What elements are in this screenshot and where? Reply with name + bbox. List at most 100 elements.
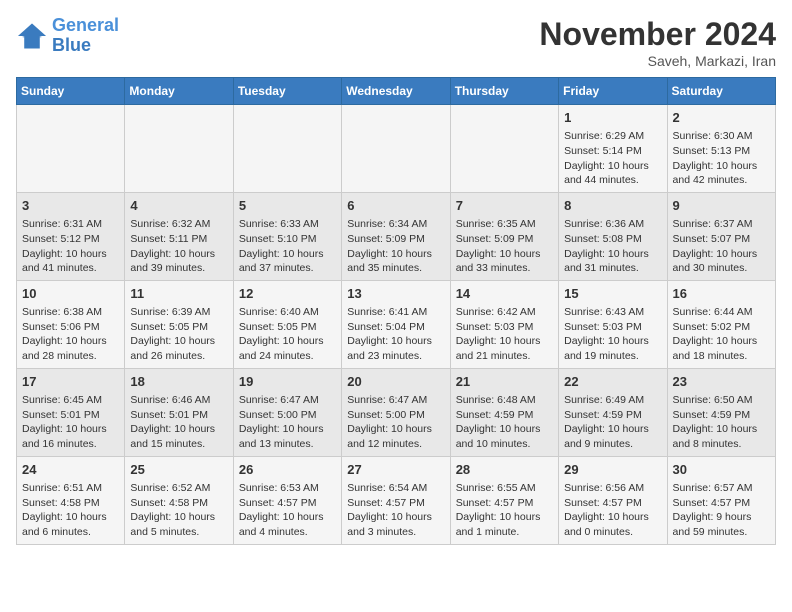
day-number: 1 [564,109,661,127]
day-number: 21 [456,373,553,391]
day-info: Daylight: 10 hours and 5 minutes. [130,510,227,539]
day-info: Sunrise: 6:44 AM [673,305,770,320]
day-number: 29 [564,461,661,479]
day-info: Daylight: 10 hours and 31 minutes. [564,247,661,276]
calendar-week-row: 10 Sunrise: 6:38 AMSunset: 5:06 PM Dayligh… [17,280,776,368]
day-info: Sunset: 5:12 PM [22,232,119,247]
calendar-cell: 23Sunrise: 6:50 AMSunset: 4:59 PMDayligh… [667,368,775,456]
day-info: Daylight: 10 hours and 4 minutes. [239,510,336,539]
day-number: 22 [564,373,661,391]
day-info: Sunrise: 6:48 AM [456,393,553,408]
calendar-cell: 19Sunrise: 6:47 AMSunset: 5:00 PMDayligh… [233,368,341,456]
calendar-cell: 26Sunrise: 6:53 AMSunset: 4:57 PMDayligh… [233,456,341,544]
calendar-cell [233,105,341,193]
day-info: Sunset: 4:58 PM [22,496,119,511]
day-info: Sunrise: 6:36 AM [564,217,661,232]
day-info: Sunset: 4:57 PM [456,496,553,511]
day-info: Daylight: 10 hours and 15 minutes. [130,422,227,451]
calendar-cell [17,105,125,193]
day-info: Sunrise: 6:51 AM [22,481,119,496]
day-info: Sunrise: 6:40 AM [239,305,336,320]
day-info: Sunset: 4:57 PM [347,496,444,511]
weekday-header-friday: Friday [559,78,667,105]
day-info: Sunrise: 6:30 AM [673,129,770,144]
calendar-week-row: 17Sunrise: 6:45 AMSunset: 5:01 PMDayligh… [17,368,776,456]
calendar-cell: 1Sunrise: 6:29 AMSunset: 5:14 PMDaylight… [559,105,667,193]
day-number: 16 [673,285,770,303]
day-info: Daylight: 10 hours and 24 minutes. [239,334,336,363]
calendar-cell [125,105,233,193]
day-info: Sunrise: 6:32 AM [130,217,227,232]
day-info: Sunset: 5:00 PM [239,408,336,423]
day-number: 20 [347,373,444,391]
day-info: Daylight: 10 hours and 8 minutes. [673,422,770,451]
logo-text: General Blue [52,16,119,56]
weekday-header-row: SundayMondayTuesdayWednesdayThursdayFrid… [17,78,776,105]
day-info: Sunset: 5:01 PM [22,408,119,423]
day-info: Daylight: 10 hours and 6 minutes. [22,510,119,539]
day-number: 27 [347,461,444,479]
day-info: Sunrise: 6:41 AM [347,305,444,320]
day-info: Daylight: 10 hours and 19 minutes. [564,334,661,363]
day-info: Sunrise: 6:38 AM [22,305,119,320]
day-number: 19 [239,373,336,391]
day-number: 5 [239,197,336,215]
day-info: Daylight: 9 hours and 59 minutes. [673,510,770,539]
day-info: Daylight: 10 hours and 10 minutes. [456,422,553,451]
day-info: Daylight: 10 hours and 16 minutes. [22,422,119,451]
calendar-cell: 29Sunrise: 6:56 AMSunset: 4:57 PMDayligh… [559,456,667,544]
day-info: Sunrise: 6:47 AM [347,393,444,408]
calendar-cell: 8Sunrise: 6:36 AMSunset: 5:08 PMDaylight… [559,192,667,280]
calendar-cell: 22Sunrise: 6:49 AMSunset: 4:59 PMDayligh… [559,368,667,456]
day-number: 3 [22,197,119,215]
day-number: 14 [456,285,553,303]
day-info: Sunrise: 6:50 AM [673,393,770,408]
calendar-cell: 7Sunrise: 6:35 AMSunset: 5:09 PMDaylight… [450,192,558,280]
day-number: 17 [22,373,119,391]
day-info: Sunset: 5:00 PM [347,408,444,423]
day-info: Daylight: 10 hours and 30 minutes. [673,247,770,276]
day-number: 7 [456,197,553,215]
logo: General Blue [16,16,119,56]
calendar-cell: 5Sunrise: 6:33 AMSunset: 5:10 PMDaylight… [233,192,341,280]
calendar-cell: 15Sunrise: 6:43 AMSunset: 5:03 PMDayligh… [559,280,667,368]
calendar-cell: 17 Sunrise: 6:45 AMSunset: 5:01 PMDayligh… [17,368,125,456]
day-info: Daylight: 10 hours and 13 minutes. [239,422,336,451]
day-info: Sunrise: 6:55 AM [456,481,553,496]
calendar-body: 1Sunrise: 6:29 AMSunset: 5:14 PMDaylight… [17,105,776,545]
weekday-header-sunday: Sunday [17,78,125,105]
day-number: 13 [347,285,444,303]
day-info: Sunset: 4:58 PM [130,496,227,511]
calendar-cell: 24Sunrise: 6:51 AMSunset: 4:58 PMDayligh… [17,456,125,544]
day-info: Sunrise: 6:34 AM [347,217,444,232]
calendar-cell: 16 Sunrise: 6:44 AMSunset: 5:02 PMDayligh… [667,280,775,368]
weekday-header-thursday: Thursday [450,78,558,105]
day-info: Sunrise: 6:46 AM [130,393,227,408]
day-info: Sunset: 5:06 PM [22,320,119,335]
calendar-week-row: 24Sunrise: 6:51 AMSunset: 4:58 PMDayligh… [17,456,776,544]
day-info: Daylight: 10 hours and 42 minutes. [673,159,770,188]
day-info: Sunrise: 6:43 AM [564,305,661,320]
day-info: Daylight: 10 hours and 44 minutes. [564,159,661,188]
day-info: Sunrise: 6:45 AM [22,393,119,408]
day-info: Sunrise: 6:53 AM [239,481,336,496]
day-info: Daylight: 10 hours and 21 minutes. [456,334,553,363]
day-info: Sunset: 5:02 PM [673,320,770,335]
day-info: Sunset: 5:10 PM [239,232,336,247]
calendar-header: SundayMondayTuesdayWednesdayThursdayFrid… [17,78,776,105]
day-info: Sunrise: 6:49 AM [564,393,661,408]
calendar-cell: 6Sunrise: 6:34 AMSunset: 5:09 PMDaylight… [342,192,450,280]
day-number: 10 [22,285,119,303]
day-number: 12 [239,285,336,303]
logo-icon [16,22,48,50]
day-info: Sunset: 5:07 PM [673,232,770,247]
calendar-cell: 28Sunrise: 6:55 AMSunset: 4:57 PMDayligh… [450,456,558,544]
day-info: Daylight: 10 hours and 0 minutes. [564,510,661,539]
day-info: Daylight: 10 hours and 23 minutes. [347,334,444,363]
day-number: 8 [564,197,661,215]
day-info: Sunset: 4:57 PM [673,496,770,511]
day-number: 2 [673,109,770,127]
day-number: 25 [130,461,227,479]
day-info: Sunrise: 6:33 AM [239,217,336,232]
day-info: Daylight: 10 hours and 18 minutes. [673,334,770,363]
